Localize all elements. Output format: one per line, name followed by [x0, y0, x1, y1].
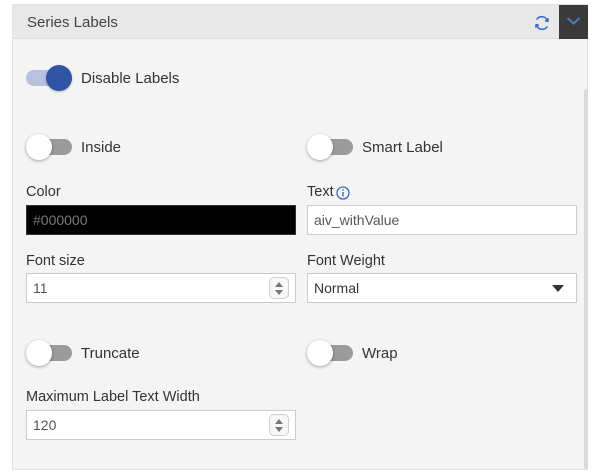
max-width-input[interactable]: 120 [26, 410, 296, 440]
max-width-stepper[interactable] [269, 414, 289, 436]
wrap-label: Wrap [362, 345, 398, 362]
max-width-label: Maximum Label Text Width [26, 389, 200, 405]
font-weight-value: Normal [314, 280, 360, 296]
font-size-input[interactable]: 11 [26, 273, 296, 303]
disable-labels-toggle[interactable] [26, 65, 72, 91]
font-size-label: Font size [26, 253, 85, 269]
stepper-up-icon [275, 282, 283, 287]
chevron-down-icon [566, 17, 581, 25]
inside-label: Inside [81, 139, 122, 156]
wrap-toggle[interactable] [307, 340, 353, 366]
font-weight-select[interactable]: Normal [307, 273, 577, 303]
scrollbar[interactable] [584, 89, 588, 469]
panel-header: Series Labels [13, 5, 588, 39]
info-icon[interactable] [336, 186, 350, 200]
inside-toggle[interactable] [26, 134, 72, 160]
disable-labels-label: Disable Labels [81, 70, 180, 87]
smart-label-label: Smart Label [362, 139, 443, 156]
refresh-icon[interactable] [533, 14, 551, 32]
font-size-value: 11 [33, 280, 48, 296]
stepper-up-icon [275, 419, 283, 424]
collapse-button[interactable] [559, 5, 588, 39]
font-size-stepper[interactable] [269, 277, 289, 299]
smart-label-toggle[interactable] [307, 134, 353, 160]
truncate-label: Truncate [81, 345, 140, 362]
font-weight-label: Font Weight [307, 253, 385, 269]
truncate-toggle[interactable] [26, 340, 72, 366]
stepper-down-icon [275, 290, 283, 295]
color-label: Color [26, 184, 61, 200]
panel-title: Series Labels [27, 14, 118, 31]
stepper-down-icon [275, 427, 283, 432]
series-labels-panel: Series Labels Disable Labels Inside Smar… [12, 4, 588, 470]
text-label: Text [307, 184, 334, 200]
text-input[interactable]: aiv_withValue [307, 205, 577, 235]
max-width-value: 120 [33, 417, 57, 433]
caret-down-icon [552, 285, 564, 292]
color-input[interactable]: #000000 [26, 205, 296, 235]
